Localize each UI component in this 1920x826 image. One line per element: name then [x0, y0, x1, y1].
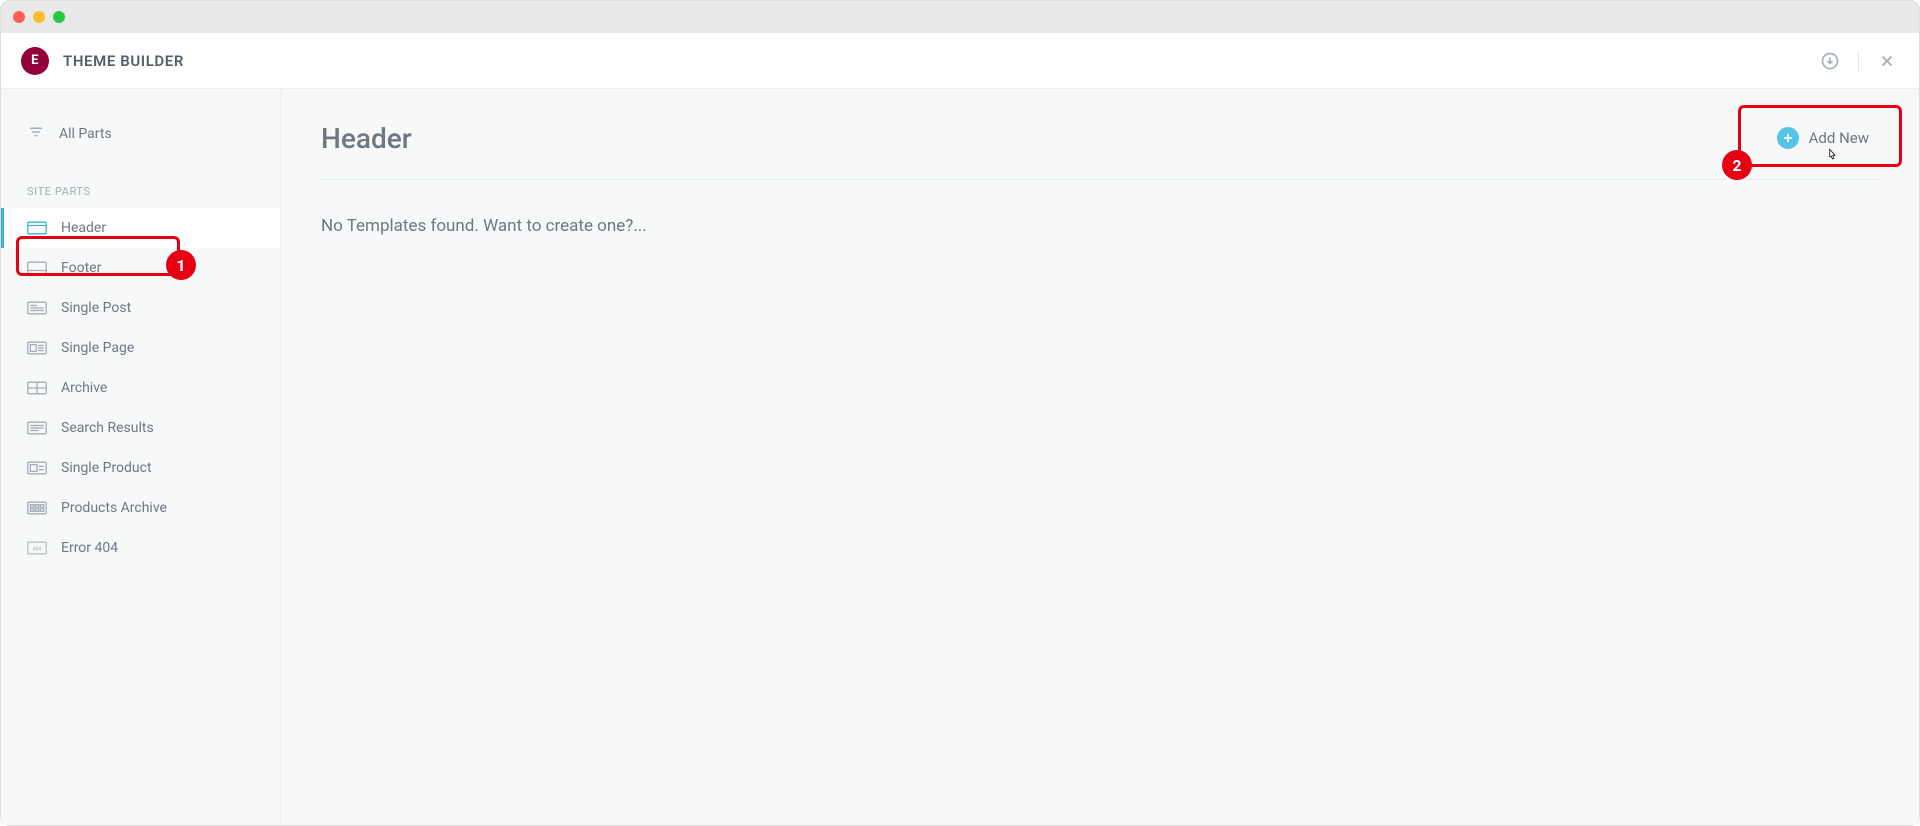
footer-layout-icon	[27, 260, 47, 276]
sidebar: All Parts SITE PARTS Header	[1, 89, 281, 825]
mac-titlebar	[1, 1, 1919, 33]
add-new-label: Add New	[1809, 129, 1869, 147]
app-window: E THEME BUILDER	[0, 0, 1920, 826]
search-results-icon	[27, 420, 47, 436]
error-404-icon: 404	[27, 540, 47, 556]
elementor-logo-icon: E	[21, 47, 49, 75]
archive-icon	[27, 380, 47, 396]
sidebar-item-header[interactable]: Header	[1, 208, 280, 248]
app-header: E THEME BUILDER	[1, 33, 1919, 89]
sidebar-item-label: Search Results	[61, 420, 154, 436]
page-icon	[27, 340, 47, 356]
sidebar-item-label: Single Product	[61, 460, 152, 476]
sidebar-item-products-archive[interactable]: Products Archive	[1, 488, 280, 528]
sidebar-item-footer[interactable]: Footer	[1, 248, 280, 288]
sidebar-item-archive[interactable]: Archive	[1, 368, 280, 408]
sidebar-item-label: Single Page	[61, 340, 134, 356]
sidebar-all-parts[interactable]: All Parts	[1, 113, 280, 155]
header-layout-icon	[27, 220, 47, 236]
sidebar-item-search-results[interactable]: Search Results	[1, 408, 280, 448]
product-icon	[27, 460, 47, 476]
sidebar-item-label: Archive	[61, 380, 107, 396]
sidebar-section-label: SITE PARTS	[1, 155, 280, 208]
page-title: Header	[321, 122, 412, 155]
header-divider	[1858, 51, 1859, 71]
sidebar-item-error-404[interactable]: 404 Error 404	[1, 528, 280, 568]
sidebar-all-parts-label: All Parts	[59, 126, 112, 142]
sidebar-item-label: Products Archive	[61, 500, 167, 516]
add-new-button[interactable]: Add New	[1767, 121, 1879, 155]
minimize-window-dot[interactable]	[33, 11, 45, 23]
post-icon	[27, 300, 47, 316]
plus-icon	[1777, 127, 1799, 149]
app-title: THEME BUILDER	[63, 52, 184, 70]
sidebar-item-single-post[interactable]: Single Post	[1, 288, 280, 328]
svg-text:404: 404	[33, 547, 42, 553]
sidebar-item-label: Single Post	[61, 300, 131, 316]
sidebar-item-label: Footer	[61, 260, 101, 276]
sidebar-item-single-page[interactable]: Single Page	[1, 328, 280, 368]
app-shell: E THEME BUILDER	[1, 33, 1919, 825]
empty-state-message: No Templates found. Want to create one?.…	[321, 216, 1879, 236]
main-header: Header Add New	[321, 121, 1879, 180]
sidebar-item-single-product[interactable]: Single Product	[1, 448, 280, 488]
sidebar-item-label: Error 404	[61, 540, 118, 556]
cursor-pointer-icon	[1823, 145, 1841, 167]
filter-icon	[27, 123, 45, 145]
app-body: All Parts SITE PARTS Header	[1, 89, 1919, 825]
download-icon[interactable]	[1818, 49, 1842, 73]
main-content: Header Add New	[281, 89, 1919, 825]
maximize-window-dot[interactable]	[53, 11, 65, 23]
app-header-actions	[1818, 49, 1899, 73]
close-icon[interactable]	[1875, 49, 1899, 73]
products-archive-icon	[27, 500, 47, 516]
close-window-dot[interactable]	[13, 11, 25, 23]
sidebar-item-label: Header	[61, 220, 106, 236]
